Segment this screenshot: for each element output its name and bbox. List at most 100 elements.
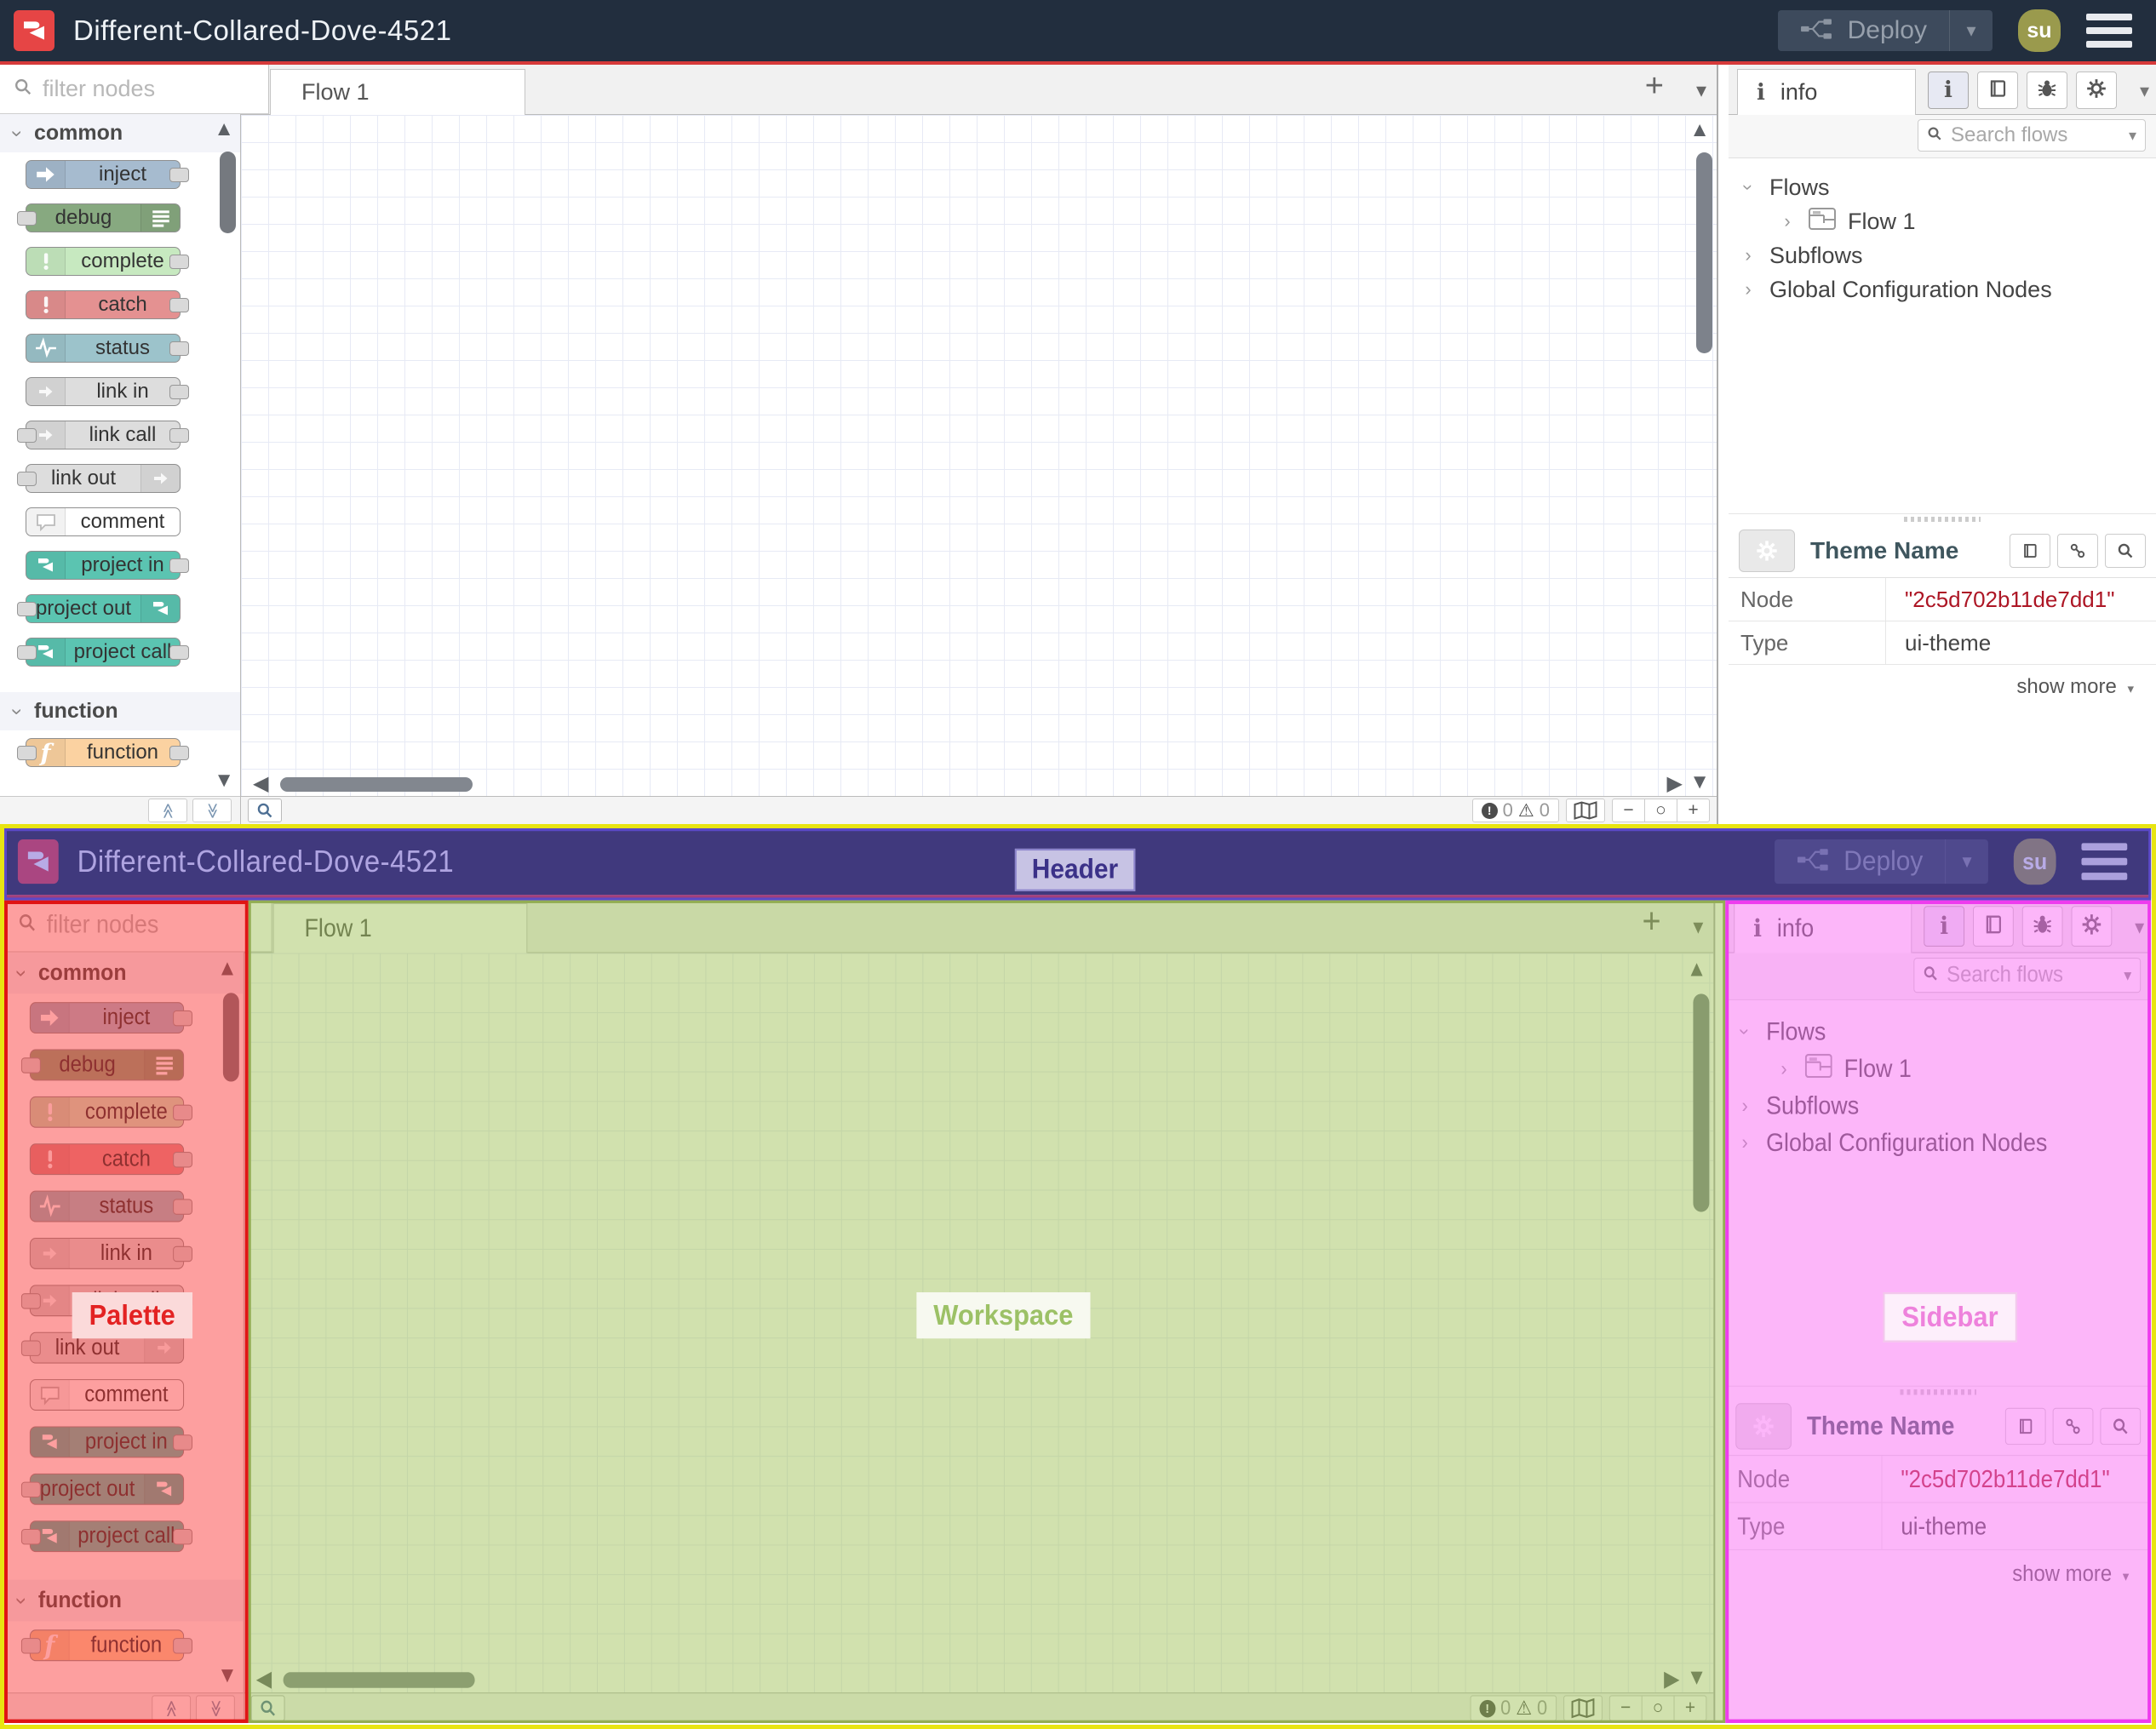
- output-port[interactable]: [173, 1528, 193, 1545]
- search-button[interactable]: [2100, 1407, 2142, 1446]
- search-flows-input[interactable]: Search flows ▾: [1918, 119, 2146, 152]
- category-header-function[interactable]: › function: [4, 1579, 244, 1622]
- canvas-vscrollbar-thumb[interactable]: [1693, 993, 1710, 1212]
- output-port[interactable]: [169, 645, 189, 660]
- input-port[interactable]: [20, 1481, 41, 1498]
- collapse-all-button[interactable]: ≫: [152, 1695, 192, 1721]
- palette-node-link-call[interactable]: link call: [17, 421, 189, 449]
- palette-scroll-area[interactable]: › common inject debug complete catch status lin…: [0, 114, 240, 796]
- zoom-in-button[interactable]: +: [1677, 799, 1709, 822]
- input-port[interactable]: [20, 1638, 41, 1654]
- scroll-down-icon[interactable]: ▼: [217, 1664, 238, 1687]
- palette-node-comment[interactable]: comment: [29, 1379, 185, 1411]
- canvas-search-button[interactable]: [250, 1695, 285, 1721]
- scroll-up-icon[interactable]: ▲: [1689, 120, 1710, 140]
- info-panel-splitter[interactable]: [1729, 513, 2156, 524]
- input-port[interactable]: [17, 211, 37, 226]
- chevron-down-icon[interactable]: ›: [1734, 1022, 1756, 1042]
- sidebar-splitter[interactable]: [1713, 898, 1726, 1723]
- palette-node-status[interactable]: status: [26, 334, 189, 363]
- tree-item-flow-1[interactable]: › Flow 1: [1739, 204, 2156, 238]
- chevron-right-icon[interactable]: ›: [1739, 244, 1757, 266]
- minimap-button[interactable]: [1566, 799, 1605, 822]
- palette-node-project-out[interactable]: project out: [17, 594, 181, 623]
- deploy-main[interactable]: Deploy: [1778, 16, 1949, 45]
- user-avatar[interactable]: su: [2013, 838, 2056, 885]
- tab-list-caret[interactable]: ▾: [1696, 78, 1706, 103]
- docs-button[interactable]: [2004, 1407, 2046, 1446]
- input-port[interactable]: [17, 602, 37, 616]
- link-button[interactable]: [2052, 1407, 2094, 1446]
- expand-all-button[interactable]: ≫: [192, 799, 232, 822]
- input-port[interactable]: [20, 1528, 41, 1545]
- info-tab-button[interactable]: i: [1924, 906, 1965, 947]
- chevron-down-icon[interactable]: ▾: [2129, 127, 2136, 145]
- debug-tab-button[interactable]: [2021, 906, 2063, 947]
- output-port[interactable]: [173, 1245, 193, 1262]
- zoom-in-button[interactable]: +: [1675, 1696, 1706, 1720]
- palette-node-project-in[interactable]: project in: [29, 1426, 193, 1458]
- notification-counts-button[interactable]: ! 0 ⚠ 0: [1470, 1695, 1557, 1721]
- collapse-all-button[interactable]: ≫: [148, 799, 187, 822]
- palette-node-debug[interactable]: debug: [20, 1049, 185, 1081]
- sidebar-menu-caret[interactable]: ▾: [2135, 915, 2144, 939]
- scroll-up-icon[interactable]: ▲: [217, 957, 238, 980]
- palette-node-complete[interactable]: complete: [29, 1096, 193, 1128]
- category-header-common[interactable]: › common: [0, 114, 240, 152]
- tree-item-flows[interactable]: › Flows: [1737, 170, 2156, 204]
- info-tab-button[interactable]: i: [1928, 72, 1969, 109]
- palette-node-link-out[interactable]: link out: [17, 464, 181, 493]
- input-port[interactable]: [20, 1057, 41, 1073]
- palette-node-project-call[interactable]: project call: [17, 638, 189, 667]
- scroll-left-icon[interactable]: ◀: [253, 774, 268, 794]
- sidebar-splitter[interactable]: [1717, 65, 1729, 824]
- show-more-link[interactable]: show more ▾: [1729, 665, 2156, 699]
- scroll-down-icon[interactable]: ▼: [214, 770, 234, 791]
- output-port[interactable]: [169, 558, 189, 573]
- config-tab-button[interactable]: [2076, 72, 2117, 109]
- input-port[interactable]: [20, 1293, 41, 1309]
- help-tab-button[interactable]: [1973, 906, 2014, 947]
- output-port[interactable]: [169, 385, 189, 399]
- palette-node-link-in[interactable]: link in: [26, 377, 189, 406]
- scroll-down-icon[interactable]: ▼: [1689, 772, 1710, 793]
- link-button[interactable]: [2057, 534, 2098, 568]
- category-header-function[interactable]: › function: [0, 692, 240, 730]
- output-port[interactable]: [173, 1434, 193, 1451]
- output-port[interactable]: [169, 168, 189, 182]
- zoom-reset-button[interactable]: ○: [1645, 799, 1677, 822]
- palette-node-function[interactable]: f function: [17, 738, 189, 767]
- output-port[interactable]: [173, 1104, 193, 1121]
- palette-node-complete[interactable]: complete: [26, 247, 189, 276]
- search-button[interactable]: [2105, 534, 2146, 568]
- canvas-hscrollbar-thumb[interactable]: [283, 1672, 475, 1688]
- chevron-down-icon[interactable]: ›: [1737, 178, 1759, 197]
- help-tab-button[interactable]: [1977, 72, 2018, 109]
- chevron-right-icon[interactable]: ›: [1735, 1131, 1754, 1154]
- palette-node-project-call[interactable]: project call: [20, 1520, 193, 1553]
- add-flow-button[interactable]: +: [1645, 70, 1664, 102]
- deploy-button[interactable]: Deploy ▾: [1774, 839, 1988, 885]
- palette-node-inject[interactable]: inject: [26, 160, 189, 189]
- user-avatar[interactable]: su: [2018, 9, 2061, 52]
- chevron-right-icon[interactable]: ›: [1778, 210, 1797, 232]
- tree-item-global-config[interactable]: › Global Configuration Nodes: [1735, 1124, 2151, 1160]
- input-port[interactable]: [20, 1340, 41, 1356]
- chevron-right-icon[interactable]: ›: [1735, 1094, 1754, 1118]
- expand-all-button[interactable]: ≫: [196, 1695, 235, 1721]
- palette-filter-input[interactable]: filter nodes: [4, 898, 272, 953]
- add-flow-button[interactable]: +: [1642, 904, 1660, 939]
- output-port[interactable]: [173, 1638, 193, 1654]
- input-port[interactable]: [17, 428, 37, 443]
- chevron-right-icon[interactable]: ›: [1775, 1056, 1793, 1080]
- output-port[interactable]: [173, 1010, 193, 1027]
- deploy-main[interactable]: Deploy: [1775, 846, 1946, 878]
- zoom-out-button[interactable]: −: [1610, 1696, 1643, 1720]
- scroll-left-icon[interactable]: ◀: [256, 1668, 272, 1691]
- main-menu-button[interactable]: [2081, 843, 2128, 880]
- debug-tab-button[interactable]: [2027, 72, 2067, 109]
- palette-node-link-in[interactable]: link in: [29, 1237, 193, 1269]
- canvas-hscrollbar-thumb[interactable]: [280, 777, 473, 792]
- palette-node-status[interactable]: status: [29, 1190, 193, 1222]
- scroll-up-icon[interactable]: ▲: [214, 119, 234, 140]
